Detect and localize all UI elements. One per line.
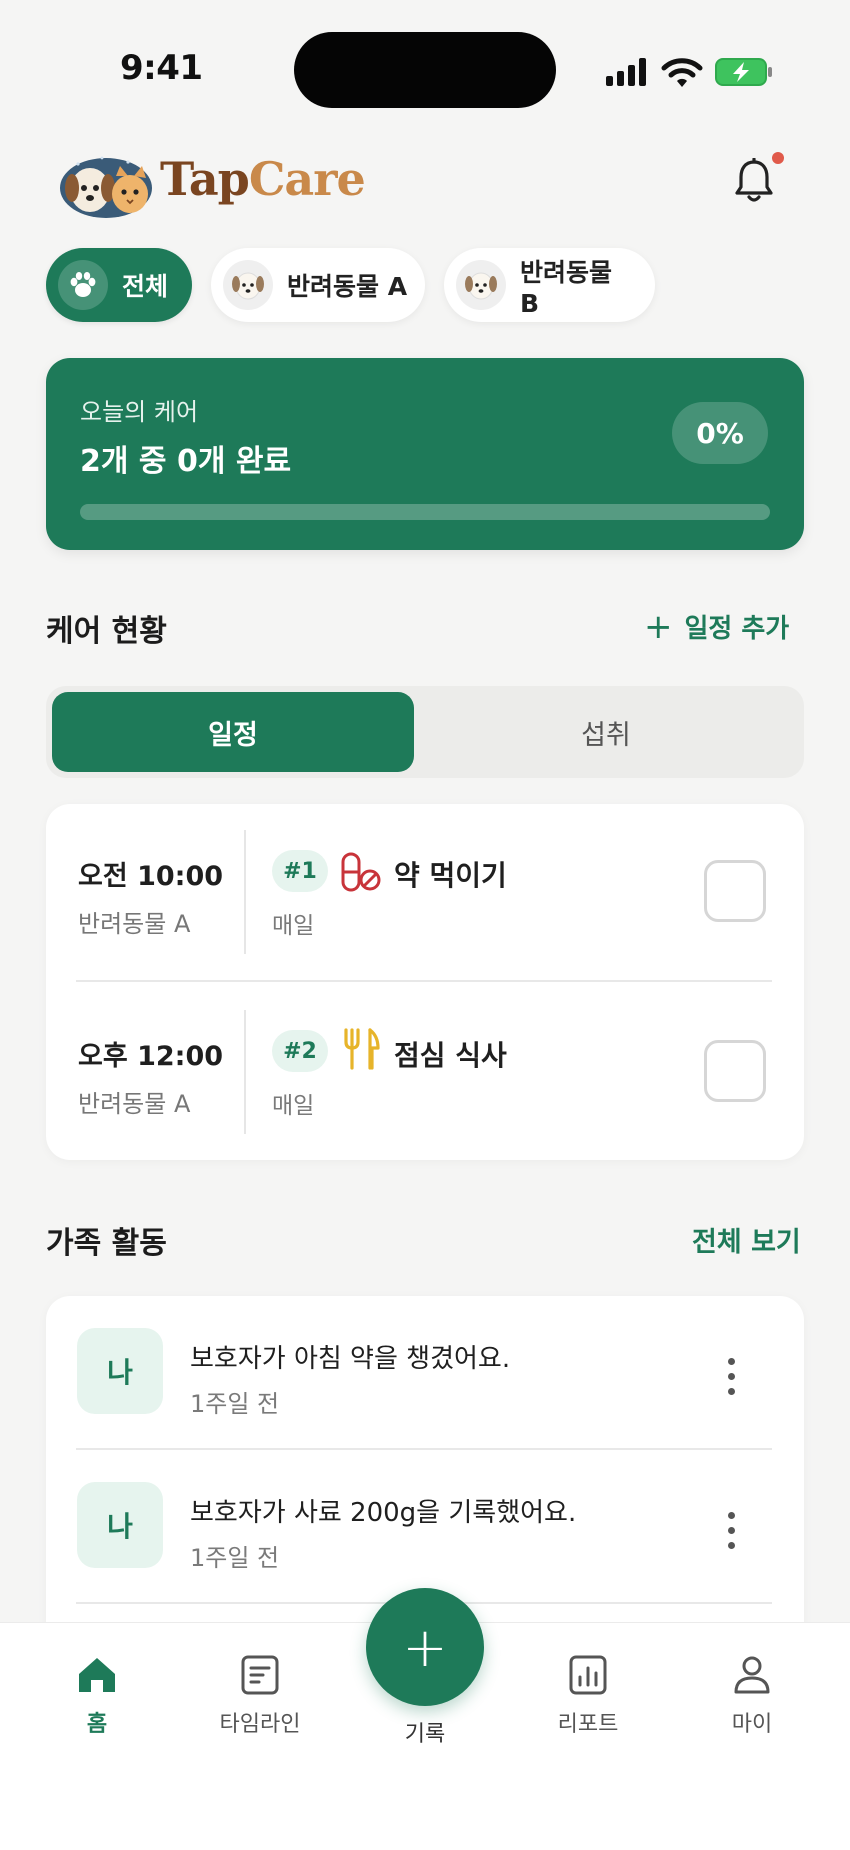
schedule-frequency: 매일 <box>272 913 315 939</box>
pill-icon <box>341 852 381 892</box>
pet-filter-all[interactable]: 전체 <box>46 248 192 322</box>
timeline-icon <box>241 1655 279 1695</box>
brand-logo: TapCare <box>160 152 366 206</box>
more-options-icon[interactable] <box>716 1346 746 1406</box>
person-icon <box>734 1656 770 1694</box>
schedule-checkbox[interactable] <box>704 860 766 922</box>
logo-pets-icon <box>60 156 152 218</box>
dog-avatar-icon <box>223 260 273 310</box>
activity-text: 보호자가 사료 200g을 기록했어요. <box>190 1498 577 1528</box>
nav-my[interactable]: 마이 <box>692 1654 812 1744</box>
pet-filter-b[interactable]: 반려동물 B <box>444 248 655 322</box>
more-options-icon[interactable] <box>716 1500 746 1560</box>
tab-schedule[interactable]: 일정 <box>52 692 414 772</box>
report-icon <box>569 1655 607 1695</box>
notification-dot <box>772 152 784 164</box>
activity-time: 1주일 전 <box>190 1390 280 1418</box>
row-divider <box>244 1010 246 1134</box>
pet-filter-a[interactable]: 반려동물 A <box>211 248 425 322</box>
record-fab-button[interactable]: + <box>366 1588 484 1706</box>
brand-text-care: Care <box>248 152 366 206</box>
schedule-badge: #2 <box>272 1030 328 1072</box>
pet-filter-label: 반려동물 B <box>520 257 613 318</box>
schedule-frequency: 매일 <box>272 1093 315 1119</box>
home-icon <box>79 1658 115 1692</box>
family-section-title: 가족 활동 <box>46 1226 167 1261</box>
fork-knife-icon <box>344 1028 380 1070</box>
status-time: 9:41 <box>120 48 203 88</box>
signal-icon <box>606 58 646 86</box>
dynamic-island <box>294 32 556 108</box>
dog-avatar-icon <box>456 260 506 310</box>
care-section-title: 케어 현황 <box>46 614 167 649</box>
battery-icon <box>715 58 772 86</box>
pet-filter-label: 반려동물 A <box>287 272 408 301</box>
today-progress-bar <box>80 504 770 520</box>
schedule-checkbox[interactable] <box>704 1040 766 1102</box>
nav-label: 리포트 <box>557 1712 619 1737</box>
schedule-pet: 반려동물 A <box>78 1090 191 1118</box>
view-all-link[interactable]: 전체 보기 <box>692 1220 801 1259</box>
schedule-badge: #1 <box>272 850 328 892</box>
row-divider <box>244 830 246 954</box>
avatar: 나 <box>77 1328 163 1414</box>
today-care-summary: 2개 중 0개 완료 <box>80 444 292 479</box>
today-care-label: 오늘의 케어 <box>80 398 199 426</box>
nav-timeline[interactable]: 타임라인 <box>200 1654 320 1744</box>
schedule-time: 오전 10:00 <box>78 861 224 892</box>
nav-report[interactable]: 리포트 <box>528 1654 648 1744</box>
wifi-icon <box>661 58 703 87</box>
plus-icon: + <box>402 1615 448 1679</box>
tab-intake[interactable]: 섭취 <box>414 692 798 772</box>
activity-text: 보호자가 아침 약을 챙겼어요. <box>190 1344 511 1374</box>
add-schedule-button[interactable]: + 일정 추가 <box>644 608 789 645</box>
avatar: 나 <box>77 1482 163 1568</box>
row-separator <box>76 1448 772 1450</box>
schedule-name: 점심 식사 <box>394 1039 507 1072</box>
nav-label: 타임라인 <box>219 1712 301 1737</box>
nav-label: 마이 <box>731 1712 773 1737</box>
activity-time: 1주일 전 <box>190 1544 280 1572</box>
nav-home[interactable]: 홈 <box>37 1654 157 1744</box>
brand-text-tap: Tap <box>160 152 250 206</box>
bell-icon[interactable] <box>734 158 774 204</box>
schedule-name: 약 먹이기 <box>394 859 507 892</box>
row-separator <box>76 980 772 982</box>
schedule-time: 오후 12:00 <box>78 1041 224 1072</box>
nav-record-label: 기록 <box>404 1722 446 1747</box>
nav-label: 홈 <box>86 1712 108 1737</box>
status-icons <box>606 58 772 87</box>
plus-icon: + <box>644 606 673 647</box>
add-schedule-label: 일정 추가 <box>684 614 790 644</box>
today-care-percent: 0% <box>672 402 768 464</box>
paw-icon <box>58 260 108 310</box>
schedule-pet: 반려동물 A <box>78 910 191 938</box>
pet-filter-label: 전체 <box>122 272 169 301</box>
